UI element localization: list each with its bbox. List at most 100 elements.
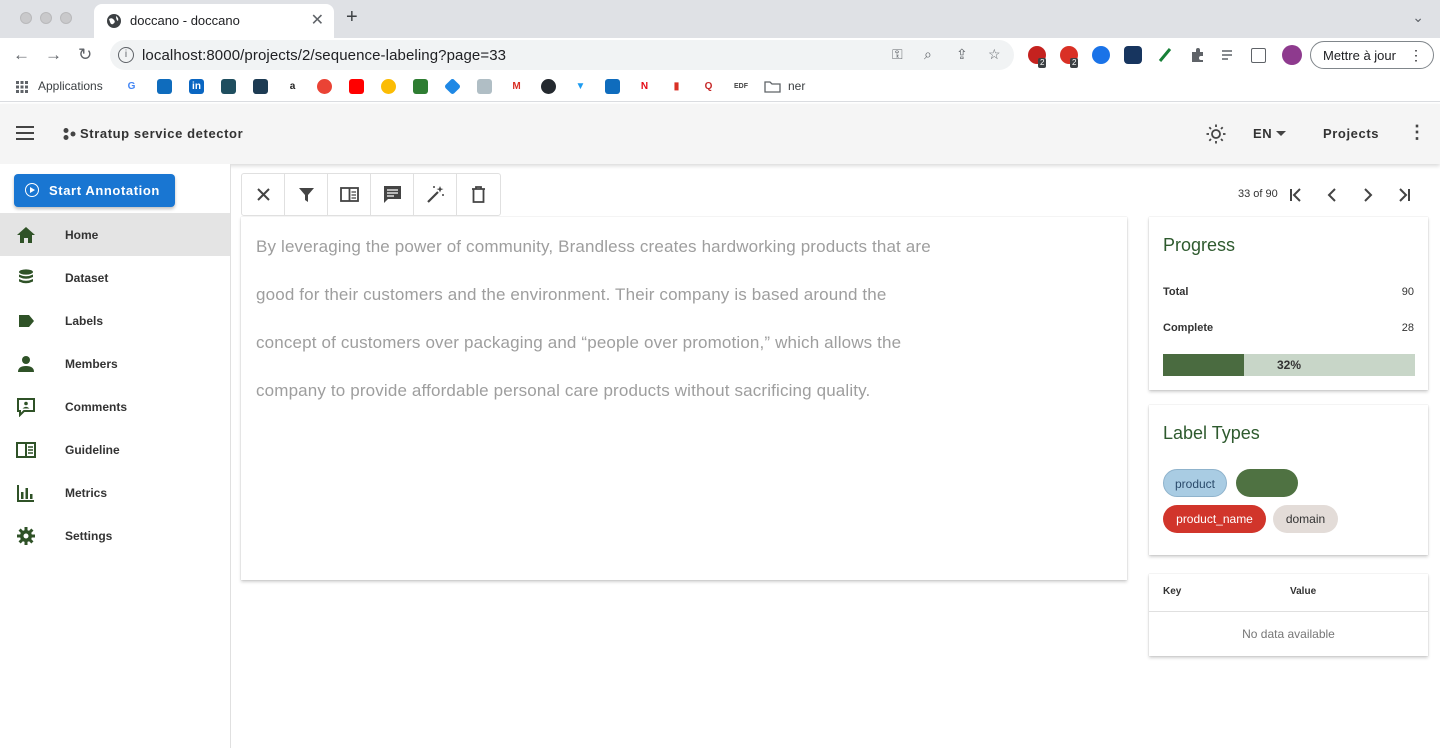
comment-button[interactable] [371, 174, 414, 215]
start-annotation-button[interactable]: Start Annotation [14, 174, 175, 207]
label-chip[interactable]: product_name [1163, 505, 1266, 533]
gmail-bookmark-icon[interactable]: M [509, 79, 524, 94]
next-page-icon[interactable] [1358, 185, 1378, 205]
quora-bookmark-icon[interactable]: Q [701, 79, 716, 94]
caret-down-icon[interactable] [1276, 131, 1286, 136]
auto-labeling-button[interactable] [414, 174, 457, 215]
pen-extension-icon[interactable] [1156, 46, 1174, 64]
reload-icon[interactable]: ↻ [78, 45, 92, 65]
window-minimize-button[interactable] [40, 12, 52, 24]
window-close-button[interactable] [20, 12, 32, 24]
label-chip[interactable]: product [1163, 469, 1227, 497]
sidebar-item-metrics[interactable]: Metrics [0, 471, 230, 514]
more-vertical-icon[interactable]: ⋮ [1408, 122, 1426, 143]
app-header: Stratup service detector EN Projects ⋮ [0, 104, 1440, 164]
folder-icon[interactable] [764, 80, 781, 93]
window-maximize-button[interactable] [60, 12, 72, 24]
clear-annotations-button[interactable] [242, 174, 285, 215]
drive-bookmark-icon[interactable] [477, 79, 492, 94]
bookmark-icon-5[interactable] [253, 79, 268, 94]
extension-badge-2: 2 [1070, 58, 1079, 68]
label-chip[interactable]: domain [1273, 505, 1338, 533]
tab-search-chevron-icon[interactable]: ⌄ [1412, 9, 1424, 26]
back-arrow-icon[interactable]: ← [13, 45, 30, 65]
magic-wand-icon [427, 186, 444, 203]
sidebar-item-guideline[interactable]: Guideline [0, 428, 230, 471]
metadata-table: Key Value No data available [1149, 574, 1428, 656]
share-icon[interactable]: ⇪ [956, 46, 968, 63]
document-text-line[interactable]: good for their customers and the environ… [256, 285, 887, 305]
linkedin-bookmark-icon[interactable]: in [189, 79, 204, 94]
complete-label: Complete [1163, 322, 1214, 334]
table-divider [1149, 611, 1428, 612]
chart-bookmark-icon[interactable]: ▮ [669, 79, 684, 94]
update-chrome-button[interactable]: Mettre à jour ⋮ [1310, 41, 1434, 69]
key-icon[interactable]: ⚿ [892, 46, 903, 63]
twitter-bookmark-icon[interactable]: ▼ [573, 79, 588, 94]
bookmark-star-icon[interactable]: ☆ [988, 46, 1001, 63]
project-title[interactable]: Stratup service detector [80, 126, 243, 141]
new-tab-button[interactable]: + [346, 6, 358, 29]
sidebar-item-label: Metrics [65, 486, 108, 500]
extension-icon-4[interactable] [1124, 46, 1142, 64]
sidebar-item-label: Labels [65, 314, 104, 328]
first-page-icon[interactable] [1286, 185, 1306, 205]
bookmark-icon-11[interactable] [444, 78, 461, 95]
key-column-header[interactable]: Key [1163, 586, 1181, 597]
address-bar[interactable]: i localhost:8000/projects/2/sequence-lab… [110, 40, 1014, 70]
bookmark-icon-4[interactable] [221, 79, 236, 94]
book-open-icon [340, 187, 359, 202]
side-panel-icon[interactable] [1251, 48, 1266, 63]
sidebar-item-home[interactable]: Home [0, 213, 230, 256]
cloud-bookmark-icon[interactable] [317, 79, 332, 94]
sidebar-item-labels[interactable]: Labels [0, 299, 230, 342]
projects-link[interactable]: Projects [1323, 126, 1379, 141]
extension-badge-1: 2 [1038, 58, 1047, 68]
puzzle-extensions-icon[interactable] [1188, 46, 1206, 64]
document-text-line[interactable]: company to provide affordable personal c… [256, 381, 870, 401]
total-label: Total [1163, 286, 1189, 298]
progress-card: Progress Total 90 Complete 28 32% [1149, 217, 1428, 390]
sidebar-item-label: Comments [65, 400, 128, 414]
bookmark-folder-ner[interactable]: ner [788, 79, 805, 93]
previous-page-icon[interactable] [1322, 185, 1342, 205]
sidebar-item-comments[interactable]: Comments [0, 385, 230, 428]
youtube-bookmark-icon[interactable] [349, 79, 364, 94]
site-info-icon[interactable]: i [118, 47, 134, 63]
label-chip[interactable] [1236, 469, 1298, 497]
zoom-icon[interactable]: ⌕ [924, 46, 932, 63]
apps-grid-icon[interactable] [16, 81, 28, 93]
delete-button[interactable] [457, 174, 500, 215]
language-selector[interactable]: EN [1253, 126, 1272, 141]
outlook-bookmark-icon-2[interactable] [605, 79, 620, 94]
sidebar-item-members[interactable]: Members [0, 342, 230, 385]
theme-toggle-sun-icon[interactable] [1206, 124, 1226, 144]
outlook-bookmark-icon[interactable] [157, 79, 172, 94]
bookmarks-bar: Applications G in a M ▼ N ▮ Q EDF ner [0, 72, 1440, 102]
sidebar-item-dataset[interactable]: Dataset [0, 256, 230, 299]
bookmark-icon-9[interactable] [381, 79, 396, 94]
profile-avatar[interactable] [1282, 45, 1302, 65]
menu-icon[interactable] [16, 126, 34, 140]
github-bookmark-icon[interactable] [541, 79, 556, 94]
tab-close-icon[interactable]: ✕ [311, 10, 324, 30]
filter-button[interactable] [285, 174, 328, 215]
netflix-bookmark-icon[interactable]: N [637, 79, 652, 94]
home-bookmark-icon[interactable] [413, 79, 428, 94]
guideline-button[interactable] [328, 174, 371, 215]
url-text[interactable]: localhost:8000/projects/2/sequence-label… [142, 47, 506, 64]
document-text-line[interactable]: concept of customers over packaging and … [256, 333, 901, 353]
browser-tab[interactable]: doccano - doccano ✕ [94, 4, 334, 38]
value-column-header[interactable]: Value [1290, 586, 1316, 597]
forward-arrow-icon[interactable]: → [45, 45, 62, 65]
bookmark-applications[interactable]: Applications [38, 79, 103, 93]
sidebar-item-settings[interactable]: Settings [0, 514, 230, 557]
reading-list-icon[interactable] [1220, 46, 1238, 64]
edf-bookmark-icon[interactable]: EDF [731, 79, 751, 94]
extension-icon-3[interactable] [1092, 46, 1110, 64]
amazon-bookmark-icon[interactable]: a [285, 79, 300, 94]
document-text-card[interactable]: By leveraging the power of community, Br… [241, 217, 1127, 580]
document-text-line[interactable]: By leveraging the power of community, Br… [256, 237, 931, 257]
google-bookmark-icon[interactable]: G [124, 79, 139, 94]
last-page-icon[interactable] [1394, 185, 1414, 205]
